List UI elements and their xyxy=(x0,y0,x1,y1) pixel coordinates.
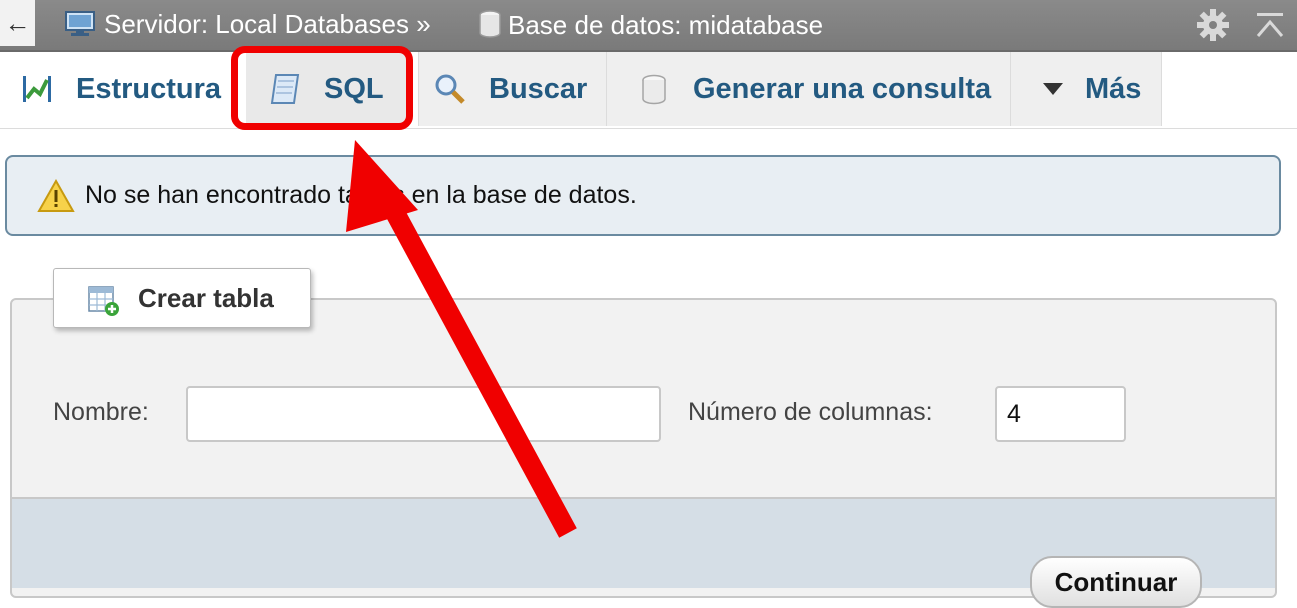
sql-tab-highlight xyxy=(231,46,413,130)
tab-estructura[interactable]: Estructura xyxy=(14,52,228,126)
query-db-icon xyxy=(642,74,666,105)
breadcrumb-database-label: Base de datos: midatabase xyxy=(508,9,824,40)
breadcrumb-bar: ← Servidor: Local Databases » Base de da… xyxy=(0,0,1297,52)
tab-buscar[interactable]: Buscar xyxy=(418,52,606,126)
warning-icon xyxy=(37,179,75,212)
tab-estructura-label: Estructura xyxy=(76,72,222,105)
continue-button[interactable]: Continuar xyxy=(1030,556,1202,608)
create-table-title: Crear tabla xyxy=(138,283,274,313)
gear-icon[interactable] xyxy=(1196,8,1230,42)
triangle-down-icon xyxy=(1043,83,1063,95)
breadcrumb-server[interactable]: Servidor: Local Databases » xyxy=(64,9,431,43)
columns-label: Número de columnas: xyxy=(688,398,933,426)
add-table-icon xyxy=(88,286,119,316)
breadcrumb-server-label: Servidor: Local Databases xyxy=(104,9,409,39)
tab-mas[interactable]: Más xyxy=(1010,52,1162,126)
name-label: Nombre: xyxy=(53,398,149,426)
breadcrumb-database[interactable]: Base de datos: midatabase xyxy=(478,9,823,45)
tab-generar-consulta[interactable]: Generar una consulta xyxy=(606,52,1010,126)
columns-count-input[interactable] xyxy=(995,386,1126,442)
tab-mas-label: Más xyxy=(1085,72,1142,105)
table-name-input[interactable] xyxy=(186,386,661,442)
search-icon xyxy=(435,74,465,104)
notice-text: No se han encontrado tablas en la base d… xyxy=(85,181,637,209)
tab-buscar-label: Buscar xyxy=(489,72,588,105)
tab-generar-label: Generar una consulta xyxy=(693,72,992,105)
server-icon xyxy=(64,9,98,43)
database-icon xyxy=(478,9,502,45)
notice-box: No se han encontrado tablas en la base d… xyxy=(5,155,1281,236)
back-button[interactable]: ← xyxy=(0,0,35,46)
structure-icon xyxy=(23,76,51,102)
collapse-top-icon[interactable] xyxy=(1253,8,1287,42)
breadcrumb-separator: » xyxy=(416,9,431,39)
tab-bar: Estructura SQL Buscar Generar una consul… xyxy=(0,52,1297,129)
create-table-legend: Crear tabla xyxy=(53,268,311,328)
